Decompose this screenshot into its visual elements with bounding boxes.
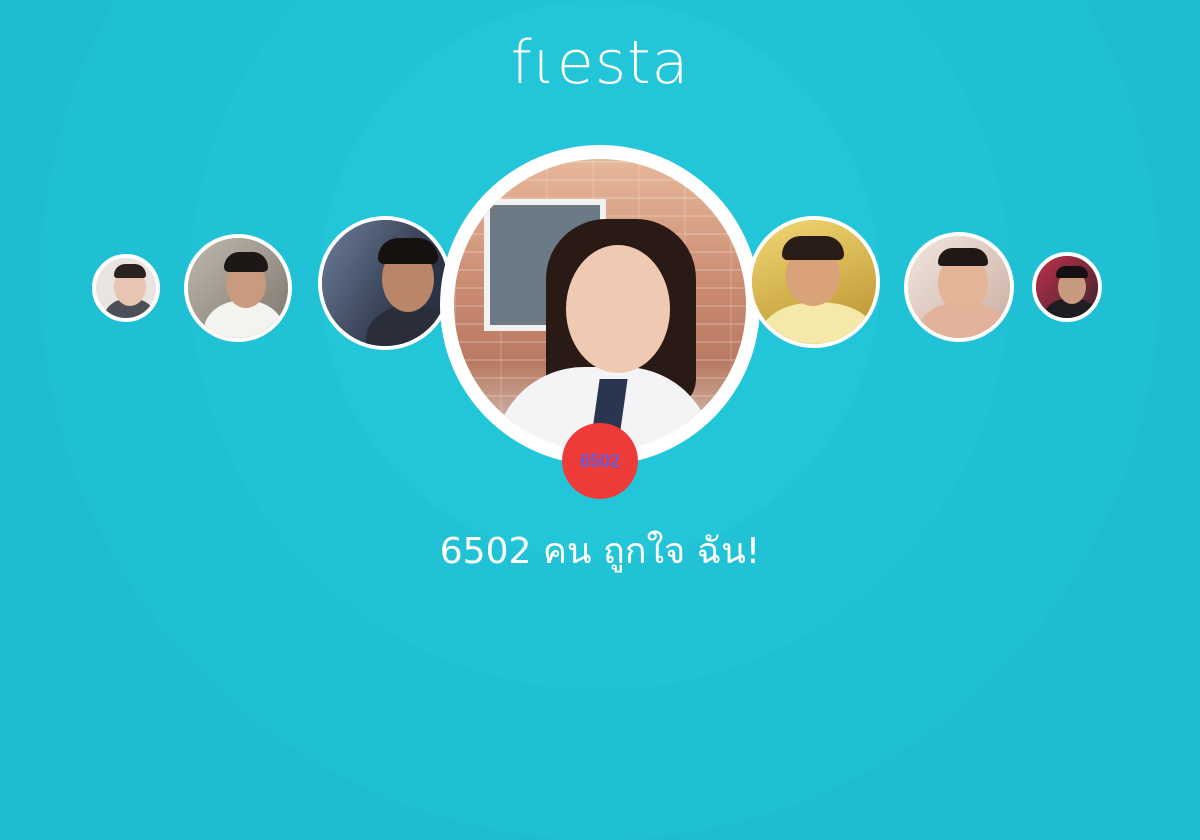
- featured-profile[interactable]: [440, 145, 760, 465]
- profile-avatar[interactable]: [904, 232, 1014, 342]
- app-logo: fιesta: [510, 28, 690, 98]
- profile-avatar[interactable]: [318, 216, 452, 350]
- like-count-caption: 6502 คน ถูกใจ ฉัน!: [439, 531, 761, 572]
- featured-profile-photo: [454, 159, 746, 451]
- like-count-badge: 6502: [562, 423, 638, 499]
- profile-avatar[interactable]: [1032, 252, 1102, 322]
- profile-avatar[interactable]: [92, 254, 160, 322]
- profile-avatar[interactable]: [184, 234, 292, 342]
- profile-avatar[interactable]: [748, 216, 880, 348]
